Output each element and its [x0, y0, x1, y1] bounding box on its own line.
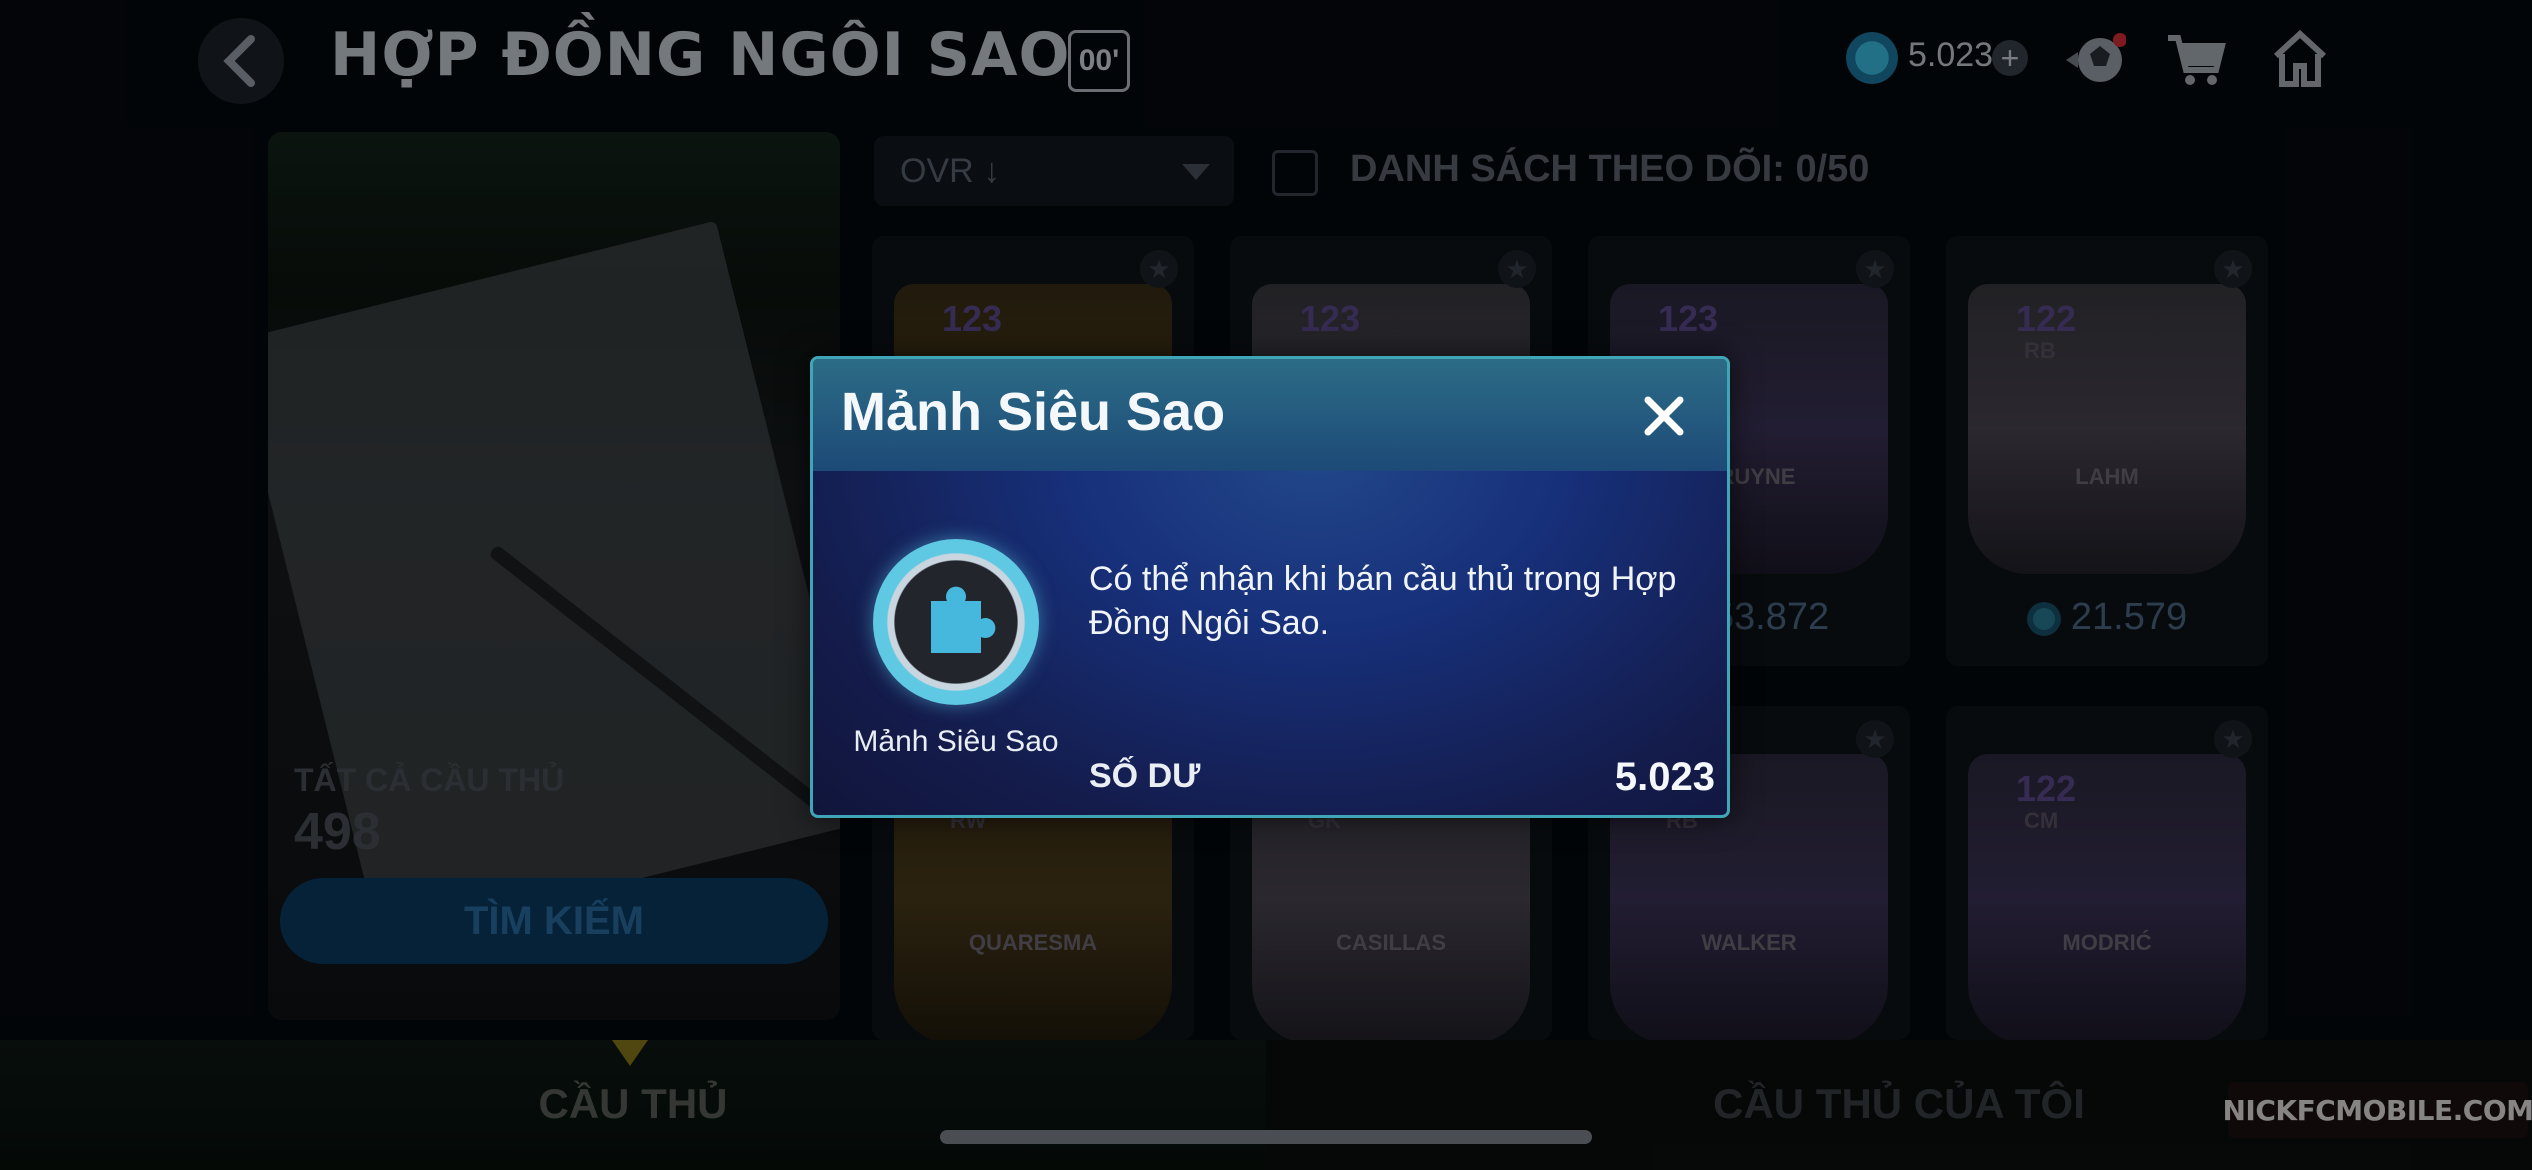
puzzle-piece-icon	[931, 586, 996, 653]
item-description: Có thể nhận khi bán cầu thủ trong Hợp Đồ…	[1089, 560, 1677, 642]
balance-value: 5.023	[1614, 755, 1715, 799]
home-indicator[interactable]	[940, 1130, 1592, 1144]
item-name: Mảnh Siêu Sao	[853, 725, 1059, 758]
superstar-shard-icon	[873, 539, 1039, 705]
item-info-dialog: Mảnh Siêu Sao Mảnh Siêu Sao Có thể nhận …	[810, 356, 1730, 818]
close-button[interactable]	[1629, 381, 1699, 451]
balance-label: SỐ DƯ	[1089, 757, 1201, 795]
close-icon	[1644, 396, 1684, 436]
dialog-title: Mảnh Siêu Sao	[841, 382, 1226, 442]
